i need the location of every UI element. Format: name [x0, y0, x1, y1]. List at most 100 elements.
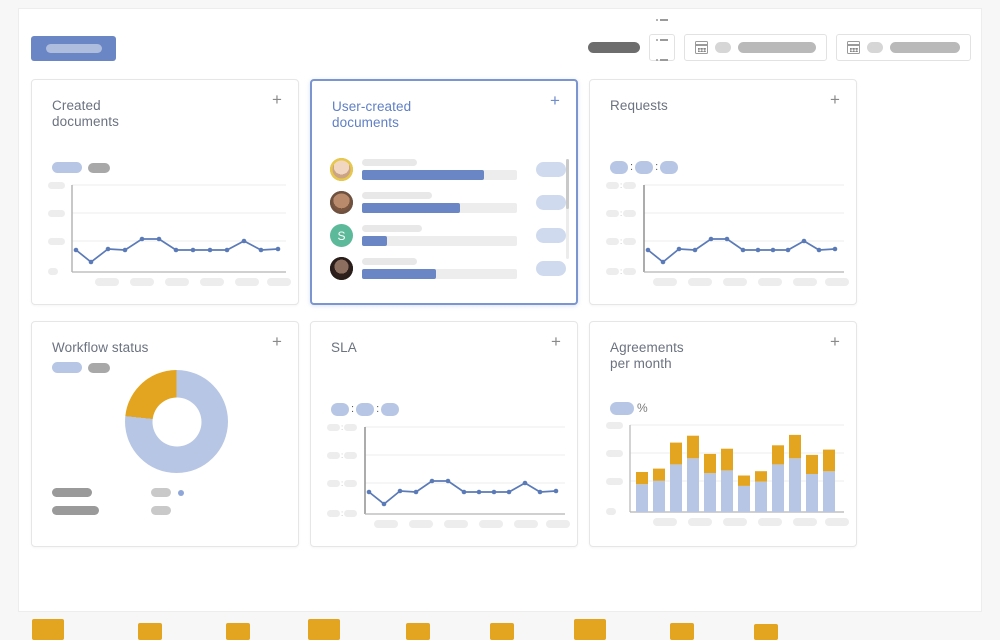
user-name-redacted: [362, 258, 417, 265]
legend-item: [151, 506, 184, 515]
card-agreements-per-month[interactable]: Agreements per month + %: [589, 321, 857, 547]
user-name-redacted: [362, 159, 417, 166]
donut-legend-column: [151, 488, 184, 515]
y-axis-label-redacted: :: [327, 424, 358, 432]
line-chart-created-documents: [48, 182, 291, 290]
user-bars: [362, 258, 527, 279]
x-axis-label-redacted: [267, 278, 291, 286]
chart-legend: [52, 362, 110, 373]
x-axis-label-redacted: [688, 278, 712, 286]
y-axis-label-redacted: :: [606, 182, 637, 190]
legend-series-pill-redacted: [52, 162, 82, 173]
x-axis-label-redacted: [130, 278, 154, 286]
dashboard-canvas: Created documents + User-created documen…: [18, 8, 982, 612]
x-axis-label-redacted: [793, 278, 817, 286]
calendar-icon: [695, 41, 708, 54]
legend-separator: :: [655, 161, 659, 173]
card-title: Workflow status: [52, 340, 149, 355]
list-item[interactable]: [330, 153, 566, 186]
bar-chart-agreements-per-month: [606, 422, 849, 532]
card-add-button[interactable]: +: [827, 333, 843, 351]
chart-legend: %: [610, 401, 648, 415]
list-item[interactable]: S: [330, 219, 566, 252]
y-axis-label-redacted: :: [327, 452, 358, 460]
x-axis-label-redacted: [825, 278, 849, 286]
card-user-created-documents[interactable]: User-created documents + S: [310, 79, 578, 305]
user-bars: [362, 159, 527, 180]
line-chart-sla: : : : :: [327, 424, 570, 532]
list-item[interactable]: [330, 252, 566, 285]
donut-legend-column: [52, 488, 99, 515]
legend-label-pill-redacted: [88, 362, 110, 373]
line-chart-svg: [643, 184, 844, 273]
card-add-button[interactable]: +: [548, 333, 564, 351]
x-axis-label-redacted: [758, 518, 782, 526]
legend-item: [52, 506, 99, 515]
x-axis-label-redacted: [723, 278, 747, 286]
card-created-documents[interactable]: Created documents +: [31, 79, 299, 305]
calendar-icon: [847, 41, 860, 54]
card-add-button[interactable]: +: [269, 91, 285, 109]
x-axis-label-redacted: [546, 520, 570, 528]
list-view-button[interactable]: [649, 18, 675, 61]
legend-unit-label: %: [637, 401, 648, 415]
legend-label-redacted: [52, 506, 99, 515]
card-add-button[interactable]: +: [269, 333, 285, 351]
x-axis-label-redacted: [653, 278, 677, 286]
donut-chart-workflow-status: [125, 370, 228, 473]
card-add-button[interactable]: +: [547, 92, 563, 110]
user-value-redacted: [536, 162, 566, 177]
date-end-value-redacted: [890, 42, 960, 53]
user-bars: [362, 225, 527, 246]
y-axis-label-redacted: :: [327, 510, 358, 518]
widget-grid: Created documents + User-created documen…: [31, 79, 971, 563]
card-workflow-status[interactable]: Workflow status +: [31, 321, 299, 547]
cut-off-bars-svg: [32, 619, 778, 640]
card-title: User-created documents: [332, 99, 412, 130]
progress-track: [362, 203, 517, 213]
y-axis-label-redacted: [48, 182, 65, 189]
x-axis-label-redacted: [688, 518, 712, 526]
scrollbar-thumb[interactable]: [566, 159, 569, 209]
x-axis-label-redacted: [235, 278, 259, 286]
widget-row: Created documents + User-created documen…: [31, 79, 971, 305]
list-scrollbar[interactable]: [566, 159, 569, 259]
x-axis-label-redacted: [723, 518, 747, 526]
legend-separator: :: [376, 403, 380, 415]
line-chart-svg: [364, 426, 565, 515]
user-value-redacted: [536, 261, 566, 276]
user-name-redacted: [362, 192, 432, 199]
progress-track: [362, 170, 517, 180]
y-axis-label-redacted: [606, 422, 623, 429]
line-chart-requests: : : : :: [606, 182, 849, 290]
legend-pill-redacted: [610, 161, 628, 174]
date-range-start-button[interactable]: [684, 34, 827, 61]
legend-series-pill-redacted: [610, 401, 634, 415]
legend-pill-redacted: [331, 403, 349, 416]
card-sla[interactable]: SLA + : : : : : :: [310, 321, 578, 547]
card-requests[interactable]: Requests + : : : : : :: [589, 79, 857, 305]
legend-label-redacted: [151, 488, 171, 497]
legend-label-redacted: [151, 506, 171, 515]
card-title: Created documents: [52, 98, 119, 129]
date-end-prefix-redacted: [867, 42, 883, 53]
list-item[interactable]: [330, 186, 566, 219]
card-add-button[interactable]: +: [827, 91, 843, 109]
legend-item: [52, 488, 99, 497]
chart-legend: : :: [331, 403, 400, 416]
card-title: Requests: [610, 98, 668, 113]
chart-legend: : :: [610, 161, 679, 174]
x-axis-label-redacted: [825, 518, 849, 526]
donut-legend: [52, 488, 280, 515]
line-chart-svg: [71, 184, 286, 273]
y-axis-label-redacted: :: [606, 210, 637, 218]
legend-pill-redacted: [635, 161, 654, 174]
user-value-redacted: [536, 195, 566, 210]
primary-action-button[interactable]: [31, 36, 116, 61]
avatar: [330, 191, 353, 214]
date-range-end-button[interactable]: [836, 34, 971, 61]
legend-pill-redacted: [660, 161, 679, 174]
legend-item: [151, 488, 184, 497]
progress-fill: [362, 203, 460, 213]
x-axis-label-redacted: [409, 520, 433, 528]
